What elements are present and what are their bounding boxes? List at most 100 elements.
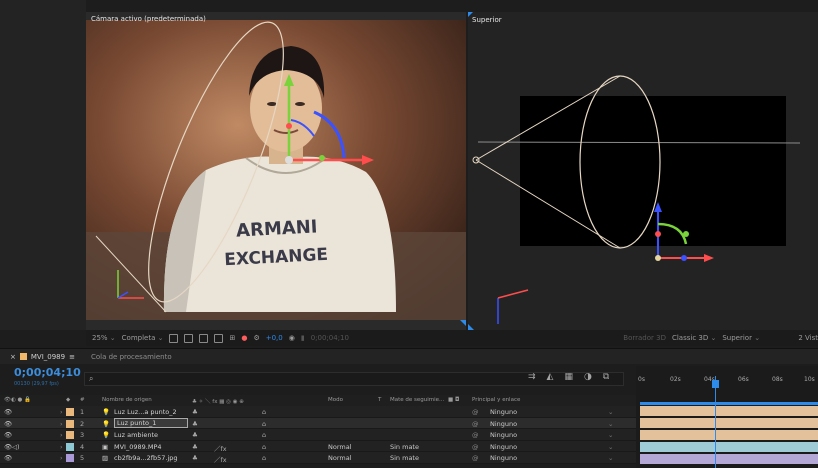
tab-composition[interactable]: × MVI_0989 ≡	[10, 353, 75, 361]
layer-duration-bar[interactable]	[640, 406, 818, 416]
frame-blending-icon[interactable]: ▦	[564, 372, 573, 382]
layer-name[interactable]: cb2fb9a...2fb57.jpg	[114, 454, 178, 462]
layer-row[interactable]: 👁 › 1 💡 Luz Luz...a punto_2 ♣ ⌂ @ Ningun…	[0, 406, 636, 418]
top-view-viewer[interactable]: Superior	[468, 12, 818, 330]
parent-dropdown[interactable]: Ninguno	[490, 454, 517, 462]
transparency-grid-icon[interactable]	[184, 333, 194, 343]
work-area-bar[interactable]	[640, 402, 818, 405]
comp-mini-flowchart-icon[interactable]: ⇉	[528, 372, 536, 382]
view-layout-dropdown[interactable]: 2 Vist	[798, 334, 818, 342]
top-view-frame	[468, 12, 801, 330]
time-ruler[interactable]: 0s 02s 04s 06s 08s 10s	[636, 376, 818, 390]
tab-render-queue[interactable]: Cola de procesamiento	[91, 353, 172, 361]
3d-layer-switch-icon[interactable]: ⌂	[262, 420, 266, 428]
layer-name[interactable]: Luz Luz...a punto_2	[114, 408, 177, 416]
current-time-indicator[interactable]	[715, 376, 716, 468]
blend-mode-dropdown[interactable]: Normal	[328, 443, 352, 451]
parent-dropdown[interactable]: Ninguno	[490, 431, 517, 439]
column-parent[interactable]: Principal y enlace	[472, 397, 520, 403]
blend-mode-dropdown[interactable]: Normal	[328, 454, 352, 462]
parent-dropdown[interactable]: Ninguno	[490, 443, 517, 451]
visibility-eye-icon[interactable]: 👁	[4, 408, 12, 416]
effects-switch-icon[interactable]: ／fx	[214, 454, 227, 464]
track-matte-dropdown[interactable]: Sin mate	[390, 443, 419, 451]
guides-icon[interactable]: ⊞	[229, 334, 235, 342]
layer-duration-bar[interactable]	[640, 442, 818, 452]
chevron-down-icon[interactable]: ⌄	[608, 443, 613, 451]
label-color-swatch[interactable]	[66, 408, 74, 416]
pick-whip-icon[interactable]: @	[472, 431, 479, 439]
layer-name[interactable]: MVI_0989.MP4	[114, 443, 162, 451]
visibility-eye-icon[interactable]: 👁	[4, 431, 12, 439]
shy-switch-icon[interactable]: ♣	[192, 454, 198, 462]
snapshot-icon[interactable]: ◉	[289, 334, 295, 342]
layer-row[interactable]: 👁 › 2 💡 Luz punto_1 ♣ ⌂ @ Ninguno ⌄	[0, 417, 636, 429]
pick-whip-icon[interactable]: @	[472, 443, 479, 451]
close-icon[interactable]: ×	[10, 353, 16, 361]
track-matte-dropdown[interactable]: Sin mate	[390, 454, 419, 462]
timeline-panel[interactable]: 0s 02s 04s 06s 08s 10s	[636, 366, 818, 468]
expand-arrow-icon[interactable]: ›	[60, 408, 63, 416]
exposure-value[interactable]: +0,0	[266, 334, 283, 342]
expand-arrow-icon[interactable]: ›	[60, 443, 63, 451]
label-color-swatch[interactable]	[66, 454, 74, 462]
mask-visibility-icon[interactable]	[199, 333, 209, 343]
label-color-swatch[interactable]	[66, 419, 74, 428]
3d-layer-switch-icon[interactable]: ⌂	[262, 431, 266, 439]
label-color-swatch[interactable]	[66, 442, 74, 451]
motion-blur-icon[interactable]: ◑	[584, 372, 592, 382]
zoom-dropdown[interactable]: 25%	[92, 334, 116, 342]
graph-editor-icon[interactable]: ⧉	[603, 372, 609, 382]
shy-switch-icon[interactable]: ♣	[192, 431, 198, 439]
parent-dropdown[interactable]: Ninguno	[490, 408, 517, 416]
active-camera-viewer[interactable]: ARMANI EXCHANGE Cámara activo (predeterm…	[86, 12, 466, 330]
layer-row[interactable]: 👁 › 5 ▨ cb2fb9a...2fb57.jpg ♣ ／fx ⌂ Norm…	[0, 452, 636, 464]
layer-duration-bar[interactable]	[640, 454, 818, 464]
layer-row[interactable]: 👁 ◁) › 4 ▣ MVI_0989.MP4 ♣ ／fx ⌂ Normal S…	[0, 440, 636, 453]
layer-name[interactable]: Luz ambiente	[114, 431, 158, 439]
chevron-down-icon[interactable]: ⌄	[608, 431, 613, 439]
resolution-dropdown[interactable]: Completa	[122, 334, 164, 342]
current-time-indicator-head[interactable]	[712, 380, 719, 388]
visibility-eye-icon[interactable]: 👁	[4, 420, 12, 428]
region-of-interest-icon[interactable]	[214, 333, 224, 343]
visibility-eye-icon[interactable]: 👁	[4, 454, 12, 462]
draft-3d-toggle[interactable]: Borrador 3D	[623, 334, 666, 342]
label-color-swatch[interactable]	[66, 431, 74, 439]
effects-switch-icon[interactable]: ／fx	[214, 443, 227, 453]
expand-arrow-icon[interactable]: ›	[60, 431, 63, 439]
expand-arrow-icon[interactable]: ›	[60, 454, 63, 462]
3d-layer-switch-icon[interactable]: ⌂	[262, 408, 266, 416]
3d-layer-switch-icon[interactable]: ⌂	[262, 443, 266, 451]
current-time-display[interactable]: 0;00;04;10	[14, 366, 81, 379]
parent-dropdown[interactable]: Ninguno	[490, 420, 517, 428]
shy-switch-icon[interactable]: ♣	[192, 420, 198, 428]
draft-3d-icon[interactable]: ◭	[547, 372, 554, 382]
layer-name-editing[interactable]: Luz punto_1	[114, 418, 188, 428]
layer-duration-bar[interactable]	[640, 430, 818, 440]
color-channel-icon[interactable]: ●	[241, 334, 247, 342]
fast-preview-icon[interactable]	[169, 333, 179, 343]
column-track-matte[interactable]: Mate de seguimie...	[390, 397, 444, 403]
chevron-down-icon[interactable]: ⌄	[608, 420, 613, 428]
renderer-dropdown[interactable]: Classic 3D	[672, 334, 716, 342]
show-snapshot-icon[interactable]: ▮	[301, 334, 305, 342]
exposure-icon[interactable]: ⚙	[253, 334, 259, 342]
column-mode[interactable]: Modo	[328, 397, 343, 403]
layer-row[interactable]: 👁 › 3 💡 Luz ambiente ♣ ⌂ @ Ninguno ⌄	[0, 429, 636, 441]
pick-whip-icon[interactable]: @	[472, 408, 479, 416]
3d-view-dropdown[interactable]: Superior	[722, 334, 792, 342]
chevron-down-icon[interactable]: ⌄	[608, 454, 613, 462]
shy-switch-icon[interactable]: ♣	[192, 408, 198, 416]
audio-speaker-icon[interactable]: ◁)	[12, 443, 20, 451]
shy-switch-icon[interactable]: ♣	[192, 443, 198, 451]
pick-whip-icon[interactable]: @	[472, 420, 479, 428]
expand-arrow-icon[interactable]: ›	[60, 420, 63, 428]
column-source-name[interactable]: Nombre de origen	[102, 397, 152, 403]
chevron-down-icon[interactable]: ⌄	[608, 408, 613, 416]
3d-layer-switch-icon[interactable]: ⌂	[262, 454, 266, 462]
layer-duration-bar[interactable]	[640, 418, 818, 428]
pick-whip-icon[interactable]: @	[472, 454, 479, 462]
viewer-timecode[interactable]: 0;00;04;10	[311, 334, 349, 342]
panel-menu-icon[interactable]: ≡	[69, 353, 75, 361]
